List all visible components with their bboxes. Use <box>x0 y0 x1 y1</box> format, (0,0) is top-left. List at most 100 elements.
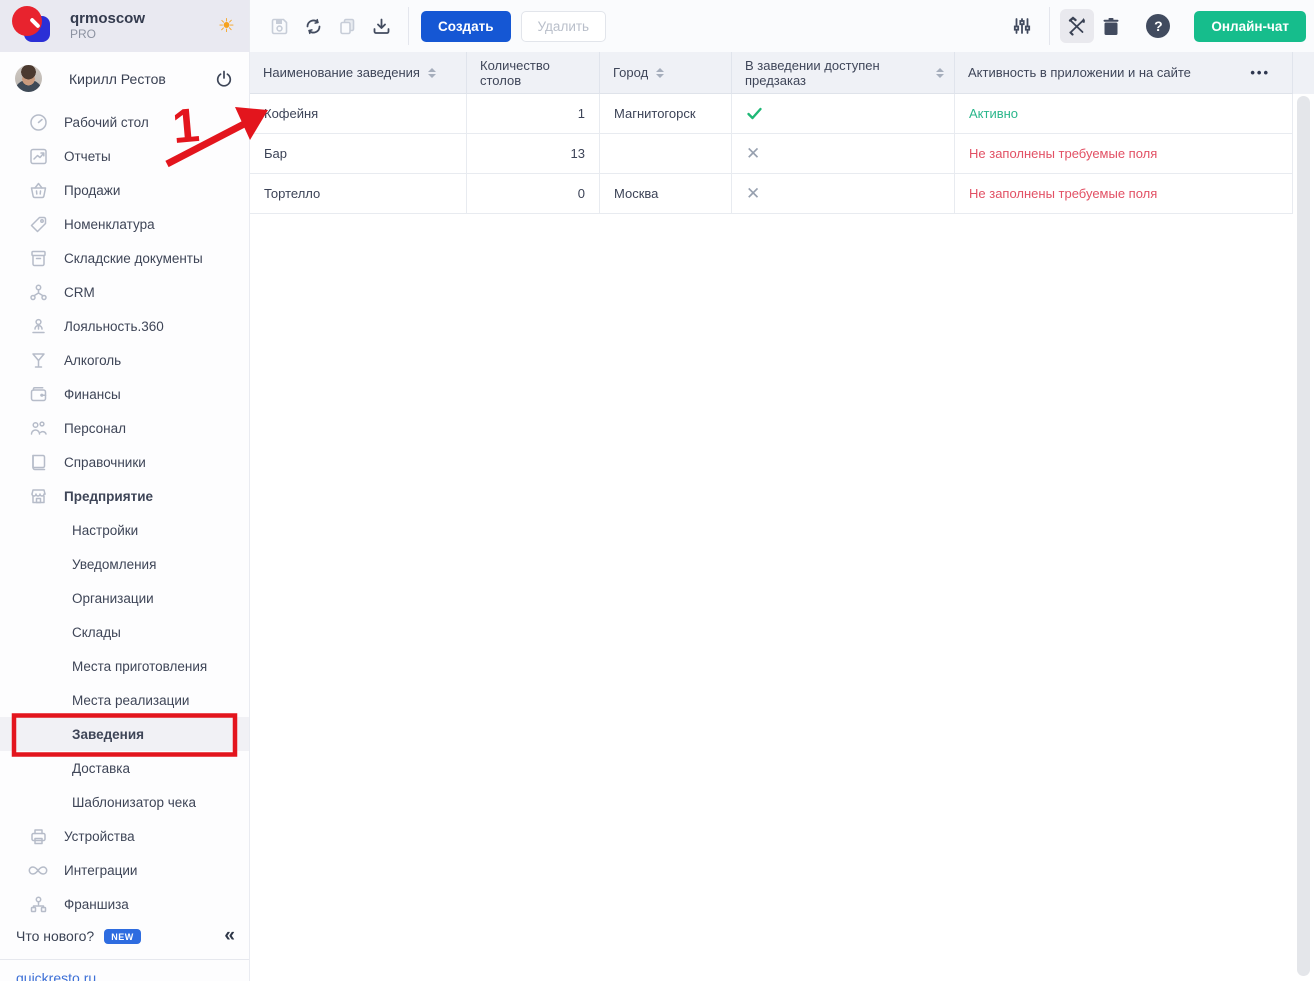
cell-preorder[interactable]: ✕ <box>732 134 955 174</box>
sidebar-item-label: Алкоголь <box>64 353 121 368</box>
copy-icon[interactable] <box>330 9 364 43</box>
trash-icon[interactable] <box>1094 9 1128 43</box>
create-button[interactable]: Создать <box>421 11 511 42</box>
sidebar-item-7[interactable]: Алкоголь <box>0 343 249 377</box>
online-chat-button[interactable]: Онлайн-чат <box>1194 11 1306 42</box>
sidebar-header: qrmoscow PRO ☀ <box>0 0 249 52</box>
column-header-4: Активность в приложении и на сайте ••• <box>955 52 1293 94</box>
cell-tables-count[interactable]: 0 <box>467 174 600 214</box>
cross-icon: ✕ <box>746 144 760 164</box>
sidebar-item-9[interactable]: Персонал <box>0 411 249 445</box>
sidebar-item-label: Персонал <box>64 421 126 436</box>
cell-preorder[interactable]: ✕ <box>732 174 955 214</box>
sort-icon[interactable] <box>656 68 664 78</box>
collapse-sidebar-icon[interactable]: « <box>224 925 235 947</box>
sidebar-item-18[interactable]: Заведения <box>0 717 249 751</box>
toolbar-separator-right <box>1049 7 1050 45</box>
sidebar-item-23[interactable]: Франшиза <box>0 887 249 921</box>
devices-icon <box>28 826 48 846</box>
sidebar-item-10[interactable]: Справочники <box>0 445 249 479</box>
column-header-2[interactable]: Город <box>600 52 732 94</box>
sidebar-item-label: Настройки <box>0 523 138 538</box>
cell-name[interactable]: Кофейня <box>250 94 467 134</box>
theme-sun-icon[interactable]: ☀ <box>218 15 235 38</box>
whats-new-link[interactable]: Что нового? <box>16 928 94 944</box>
sidebar-item-14[interactable]: Организации <box>0 581 249 615</box>
sidebar-item-5[interactable]: CRM <box>0 275 249 309</box>
refresh-icon[interactable] <box>296 9 330 43</box>
cell-city[interactable] <box>600 134 732 174</box>
avatar[interactable] <box>15 65 42 92</box>
cell-city[interactable]: Магнитогорск <box>600 94 732 134</box>
app-title: qrmoscow PRO <box>70 10 145 41</box>
cell-tables-count[interactable]: 13 <box>467 134 600 174</box>
sidebar-item-2[interactable]: Продажи <box>0 173 249 207</box>
delete-button[interactable]: Удалить <box>521 11 607 42</box>
sidebar-item-3[interactable]: Номенклатура <box>0 207 249 241</box>
table-row-0[interactable]: Кофейня1Магнитогорск Активно <box>250 94 1314 134</box>
column-menu-icon[interactable]: ••• <box>1250 65 1282 80</box>
toolbar-separator <box>408 7 409 45</box>
sidebar-item-label: Франшиза <box>64 897 129 912</box>
dashboard-icon <box>28 112 48 132</box>
alcohol-icon <box>28 350 48 370</box>
sidebar-item-label: Организации <box>0 591 154 606</box>
column-header-0[interactable]: Наименование заведения <box>250 52 467 94</box>
sort-icon[interactable] <box>936 68 944 78</box>
sidebar-item-label: Номенклатура <box>64 217 155 232</box>
check-icon <box>746 105 763 122</box>
logout-power-icon[interactable] <box>215 70 233 88</box>
sidebar-item-13[interactable]: Уведомления <box>0 547 249 581</box>
sidebar-item-4[interactable]: Складские документы <box>0 241 249 275</box>
sidebar-item-8[interactable]: Финансы <box>0 377 249 411</box>
site-link[interactable]: quickresto.ru <box>16 970 96 981</box>
cell-status[interactable]: Не заполнены требуемые поля <box>955 174 1293 214</box>
help-icon[interactable]: ? <box>1146 14 1170 38</box>
sidebar-item-19[interactable]: Доставка <box>0 751 249 785</box>
filter-sliders-icon[interactable] <box>1005 9 1039 43</box>
sidebar-item-6[interactable]: Лояльность.360 <box>0 309 249 343</box>
sidebar-item-15[interactable]: Склады <box>0 615 249 649</box>
toolbar: Создать Удалить <box>250 0 1314 52</box>
app-logo[interactable] <box>12 6 52 46</box>
sidebar-item-label: CRM <box>64 285 95 300</box>
cell-name[interactable]: Бар <box>250 134 467 174</box>
column-header-label: Количество столов <box>480 58 589 88</box>
table-row-1[interactable]: Бар13 ✕ Не заполнены требуемые поля <box>250 134 1314 174</box>
vertical-scrollbar[interactable] <box>1297 96 1310 976</box>
sidebar-item-1[interactable]: Отчеты <box>0 139 249 173</box>
sidebar-item-label: Продажи <box>64 183 120 198</box>
directories-icon <box>28 452 48 472</box>
sort-icon[interactable] <box>428 68 436 78</box>
sidebar-footer: Что нового? NEW « quickresto.ru <box>0 921 249 981</box>
sidebar-item-16[interactable]: Места приготовления <box>0 649 249 683</box>
cell-status[interactable]: Не заполнены требуемые поля <box>955 134 1293 174</box>
sidebar-item-label: Предприятие <box>64 489 153 504</box>
sidebar-item-12[interactable]: Настройки <box>0 513 249 547</box>
sidebar-item-label: Интеграции <box>64 863 137 878</box>
download-icon[interactable] <box>364 9 398 43</box>
table-row-2[interactable]: Тортелло0Москва✕Не заполнены требуемые п… <box>250 174 1314 214</box>
sidebar-item-label: Складские документы <box>64 251 203 266</box>
franchise-icon <box>28 894 48 914</box>
sidebar-item-20[interactable]: Шаблонизатор чека <box>0 785 249 819</box>
cell-preorder[interactable] <box>732 94 955 134</box>
cell-status[interactable]: Активно <box>955 94 1293 134</box>
cell-name[interactable]: Тортелло <box>250 174 467 214</box>
save-icon[interactable] <box>262 9 296 43</box>
column-header-1: Количество столов <box>467 52 600 94</box>
sidebar-item-label: Заведения <box>0 727 144 742</box>
sidebar-item-label: Устройства <box>64 829 135 844</box>
sidebar-item-0[interactable]: Рабочий стол <box>0 105 249 139</box>
cell-city[interactable]: Москва <box>600 174 732 214</box>
sidebar-item-11[interactable]: Предприятие <box>0 479 249 513</box>
nomenclature-icon <box>28 214 48 234</box>
sidebar-item-17[interactable]: Места реализации <box>0 683 249 717</box>
sidebar-item-21[interactable]: Устройства <box>0 819 249 853</box>
column-header-label: Активность в приложении и на сайте <box>968 65 1191 80</box>
sidebar-item-22[interactable]: Интеграции <box>0 853 249 887</box>
cell-tables-count[interactable]: 1 <box>467 94 600 134</box>
tools-icon[interactable] <box>1060 9 1094 43</box>
warehouse-icon <box>28 248 48 268</box>
column-header-3[interactable]: В заведении доступен предзаказ <box>732 52 955 94</box>
